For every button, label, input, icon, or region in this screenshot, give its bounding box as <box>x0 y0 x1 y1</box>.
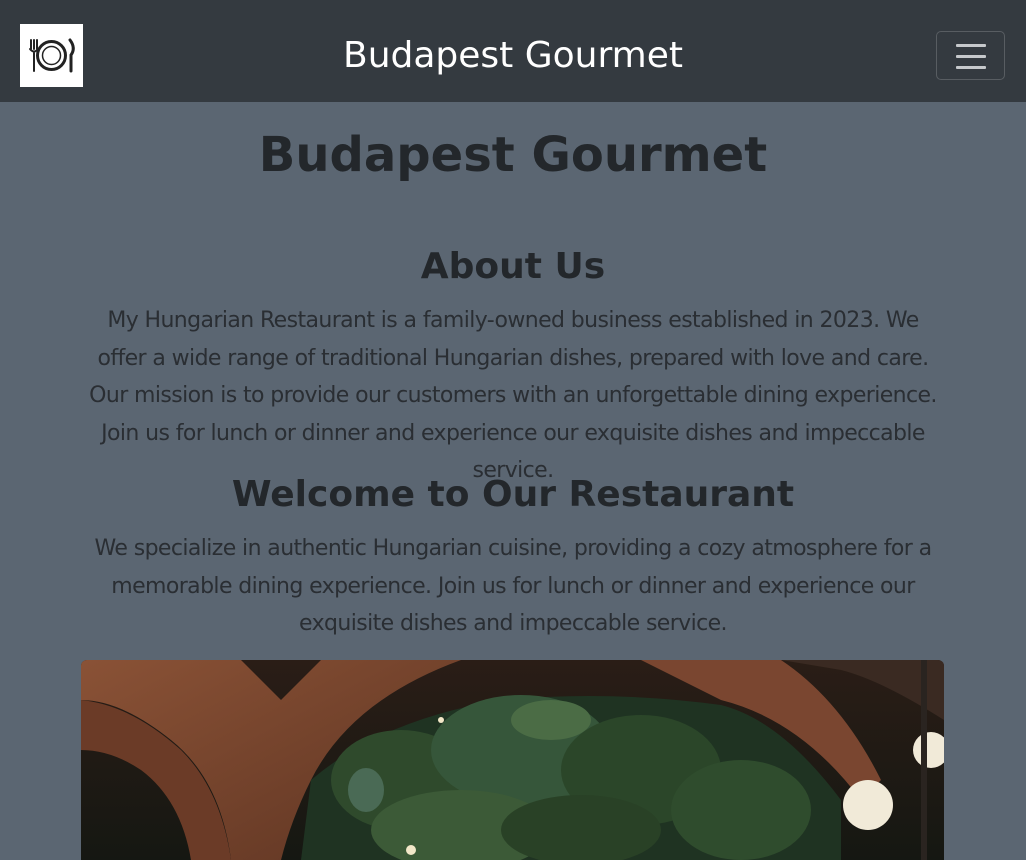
restaurant-interior-image <box>81 660 944 860</box>
hamburger-menu-icon <box>956 55 986 58</box>
welcome-heading: Welcome to Our Restaurant <box>231 474 795 515</box>
hamburger-menu-icon <box>956 66 986 69</box>
about-paragraph: My Hungarian Restaurant is a family-owne… <box>89 308 937 483</box>
page-title: Budapest Gourmet <box>258 127 768 183</box>
hamburger-menu-icon <box>956 44 986 47</box>
navbar: Budapest Gourmet <box>0 0 1026 102</box>
about-heading: About Us <box>420 246 606 287</box>
navbar-toggler-button[interactable] <box>936 31 1005 80</box>
navbar-brand[interactable]: Budapest Gourmet <box>0 30 1026 82</box>
welcome-paragraph: We specialize in authentic Hungarian cui… <box>94 536 933 636</box>
main-content: Budapest Gourmet About Us My Hungarian R… <box>0 102 1026 860</box>
